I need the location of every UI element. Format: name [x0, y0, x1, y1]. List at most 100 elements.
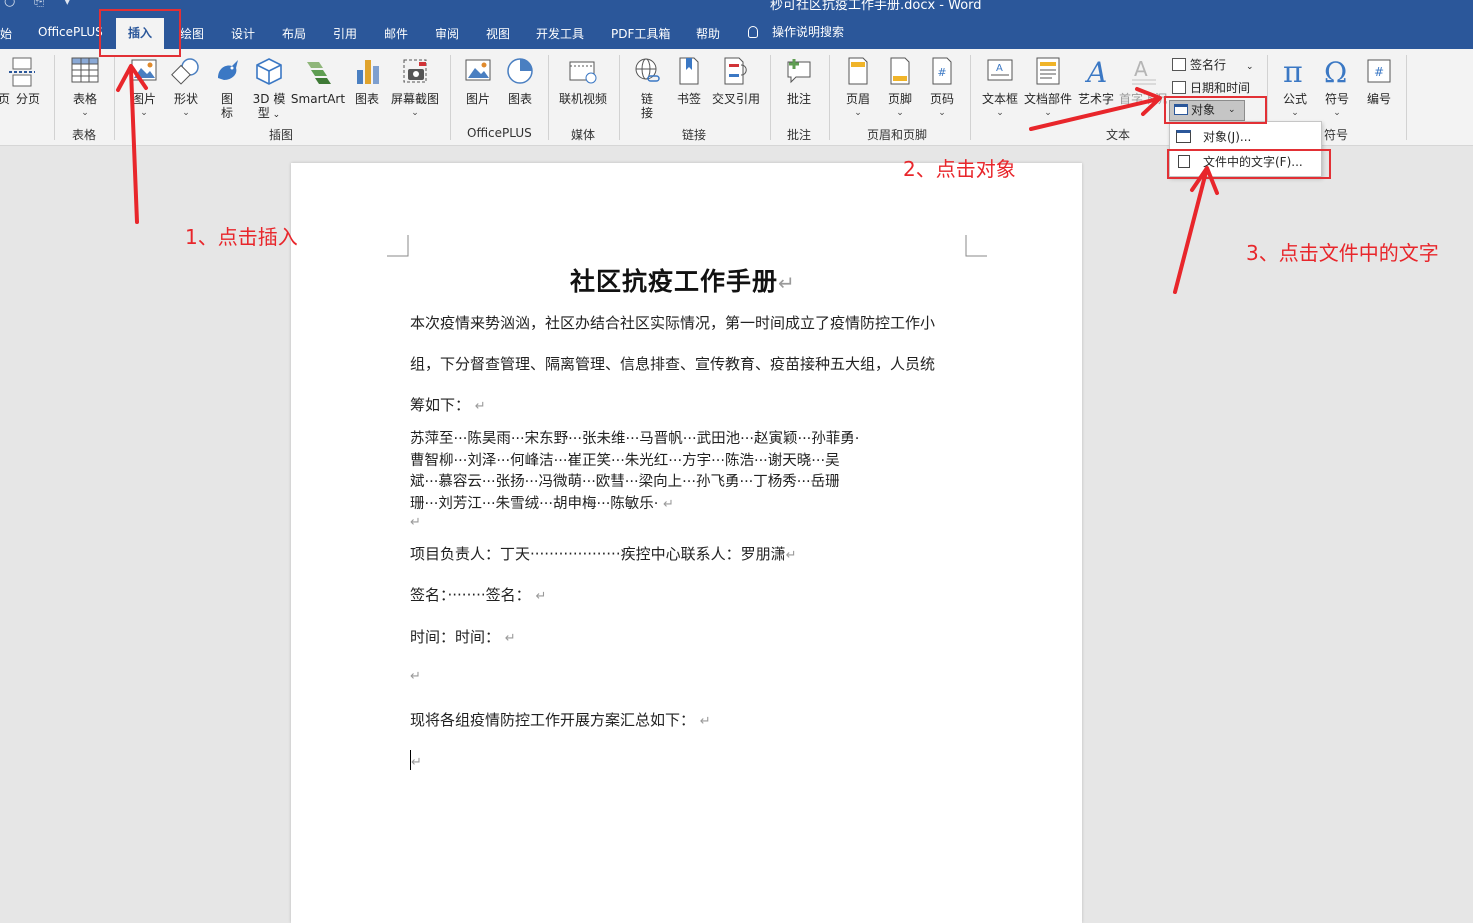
undo-icon[interactable]: ⎘ — [34, 0, 44, 9]
group-officeplus: OfficePLUS — [467, 126, 532, 140]
tab-officeplus[interactable]: OfficePLUS — [38, 25, 103, 39]
table-button[interactable]: 表格 ⌄ — [64, 52, 106, 122]
staff-names-line[interactable]: 苏萍至···陈昊雨···宋东野···张未维···马晋帆···武田池···赵寅颖·… — [410, 427, 859, 448]
tab-mailings[interactable]: 邮件 — [384, 25, 408, 42]
window-title: 秒可社区抗疫工作手册.docx - Word — [770, 0, 982, 13]
new-comment-button[interactable]: 批注 — [778, 52, 820, 122]
staff-names-line[interactable]: 曹智柳···刘泽···何峰洁···崔正笑···朱光红···方宇···陈浩···谢… — [410, 449, 840, 470]
menu-item-object[interactable]: 对象(J)... — [1170, 125, 1321, 149]
screenshot-button[interactable]: 屏幕截图 ⌄ — [388, 52, 442, 122]
signature-line[interactable]: 签名：········签名： ↵ — [410, 584, 546, 605]
page-number-button[interactable]: # 页码 ⌄ — [922, 52, 962, 122]
header-icon — [848, 57, 868, 85]
signature-line-button[interactable]: 签名行 ⌄ — [1172, 56, 1254, 73]
picture-icon — [465, 59, 491, 81]
staff-names-line[interactable]: 珊···刘芳江···朱雪绒···胡申梅···陈敏乐· ↵ — [410, 492, 674, 513]
chevron-down-icon: ⌄ — [1092, 108, 1100, 118]
chevron-down-icon: ⌄ — [938, 108, 946, 118]
textbox-button[interactable]: A 文本框 ⌄ — [978, 52, 1022, 122]
paragraph-mark: ↵ — [411, 755, 422, 770]
document-paragraph-line[interactable]: 组，下分督查管理、隔离管理、信息排查、宣传教育、疫苗接种五大组，人员统 — [410, 353, 935, 374]
signature-line-icon — [1172, 58, 1186, 71]
officeplus-chart-button[interactable]: 图表 — [500, 52, 540, 122]
staff-names-line[interactable]: 斌···慕容云···张扬···冯微萌···欧彗···梁向上···孙飞勇···丁杨… — [410, 470, 840, 491]
tab-layout[interactable]: 布局 — [282, 25, 306, 42]
document-title[interactable]: 社区抗疫工作手册↵ — [570, 262, 796, 298]
time-line[interactable]: 时间：时间： ↵ — [410, 626, 516, 647]
online-video-button[interactable]: 联机视频 — [556, 52, 610, 122]
tab-view[interactable]: 视图 — [486, 25, 510, 42]
document-line-text: 项目负责人：丁天···················疾控中心联系人：罗朋潇 — [410, 545, 786, 563]
document-line-text: 珊···刘芳江···朱雪绒···胡申梅···陈敏乐· — [410, 496, 659, 512]
equation-button[interactable]: π 公式 ⌄ — [1276, 52, 1314, 122]
customize-quick-access-icon[interactable]: ▾ — [64, 0, 71, 9]
picture-button[interactable]: 图片 ⌄ — [124, 52, 164, 122]
link-button[interactable]: 链 接 — [628, 52, 666, 122]
cursor-paragraph[interactable]: ↵ — [410, 750, 422, 770]
3d-models-button[interactable]: 3D 模 型 ⌄ — [250, 52, 288, 122]
crop-mark-top-right — [965, 235, 987, 257]
tab-pdf-toolbox[interactable]: PDF工具箱 — [611, 25, 670, 42]
cross-reference-button[interactable]: 交叉引用 — [710, 52, 762, 122]
chevron-down-icon: ⌄ — [854, 108, 862, 118]
empty-paragraph[interactable]: ↵ — [410, 666, 421, 684]
header-label: 页眉 — [845, 92, 870, 106]
footer-button[interactable]: 页脚 ⌄ — [880, 52, 920, 122]
tab-references[interactable]: 引用 — [333, 25, 357, 42]
picture-label: 图片 — [131, 92, 156, 106]
document-paragraph-line[interactable]: 筹如下： ↵ — [410, 394, 486, 415]
quick-parts-icon — [1036, 57, 1060, 85]
tab-design[interactable]: 设计 — [231, 25, 255, 42]
wordart-button[interactable]: A 艺术字 ⌄ — [1074, 52, 1118, 122]
save-icon[interactable]: ○ — [4, 0, 15, 9]
leader-contact-line[interactable]: 项目负责人：丁天···················疾控中心联系人：罗朋潇↵ — [410, 543, 797, 564]
title-bar: ○ ⎘ ▾ 秒可社区抗疫工作手册.docx - Word 始 OfficePLU… — [0, 0, 1473, 49]
shapes-button[interactable]: 形状 ⌄ — [166, 52, 206, 122]
cross-reference-label: 交叉引用 — [711, 92, 760, 106]
ribbon-separator — [54, 55, 55, 140]
header-button[interactable]: 页眉 ⌄ — [838, 52, 878, 122]
equation-label: 公式 — [1282, 92, 1307, 106]
table-icon — [71, 57, 99, 83]
tab-draw[interactable]: 绘图 — [180, 25, 204, 42]
tab-developer[interactable]: 开发工具 — [536, 25, 584, 42]
smartart-button[interactable]: SmartArt — [290, 52, 346, 122]
smartart-label: SmartArt — [290, 92, 346, 106]
number-button[interactable]: # 编号 — [1360, 52, 1398, 122]
chart-button[interactable]: 图表 — [348, 52, 386, 122]
paragraph-mark: ↵ — [663, 497, 674, 512]
bookmark-button[interactable]: 书签 — [670, 52, 708, 122]
drop-cap-button[interactable]: A 首字下沉 — [1118, 52, 1168, 122]
svg-text:A: A — [1084, 56, 1107, 86]
lightbulb-icon — [748, 26, 758, 38]
chevron-down-icon: ⌄ — [996, 108, 1004, 118]
group-illustrations: 插图 — [269, 128, 294, 142]
page-break-button[interactable]: 页分页 — [0, 52, 44, 122]
wordart-label: 艺术字 — [1077, 92, 1114, 106]
chevron-down-icon: ⌄ — [411, 108, 419, 118]
svg-text:π: π — [1283, 56, 1303, 86]
tab-help[interactable]: 帮助 — [696, 25, 720, 42]
officeplus-picture-button[interactable]: 图片 — [458, 52, 498, 122]
document-paragraph-line[interactable]: 本次疫情来势汹汹，社区办结合社区实际情况，第一时间成立了疫情防控工作小 — [410, 312, 935, 333]
tab-review[interactable]: 审阅 — [435, 25, 459, 42]
tab-home[interactable]: 始 — [0, 25, 12, 42]
footer-icon — [890, 57, 910, 85]
paragraph-mark: ↵ — [504, 631, 516, 646]
object-icon — [1176, 130, 1191, 143]
quick-parts-button[interactable]: 文档部件 ⌄ — [1022, 52, 1074, 122]
svg-text:Ω: Ω — [1324, 56, 1347, 86]
screenshot-label: 屏幕截图 — [390, 92, 439, 106]
annotation-box-object-button — [1164, 96, 1267, 124]
annotation-box-text-from-file — [1167, 149, 1331, 179]
globe-link-icon — [635, 58, 660, 82]
empty-paragraph[interactable]: ↵ — [410, 512, 421, 530]
document-line-text: 现将各组疫情防控工作开展方案汇总如下： — [410, 711, 696, 729]
symbol-button[interactable]: Ω 符号 ⌄ — [1318, 52, 1356, 122]
tell-me-search[interactable]: 操作说明搜索 — [748, 23, 844, 40]
icons-button[interactable]: 图 标 — [208, 52, 246, 122]
date-time-button[interactable]: 日期和时间 — [1172, 79, 1250, 96]
summary-line[interactable]: 现将各组疫情防控工作开展方案汇总如下： ↵ — [410, 709, 711, 730]
group-tables: 表格 — [72, 128, 97, 142]
arrow-to-text-from-file — [1173, 170, 1208, 294]
